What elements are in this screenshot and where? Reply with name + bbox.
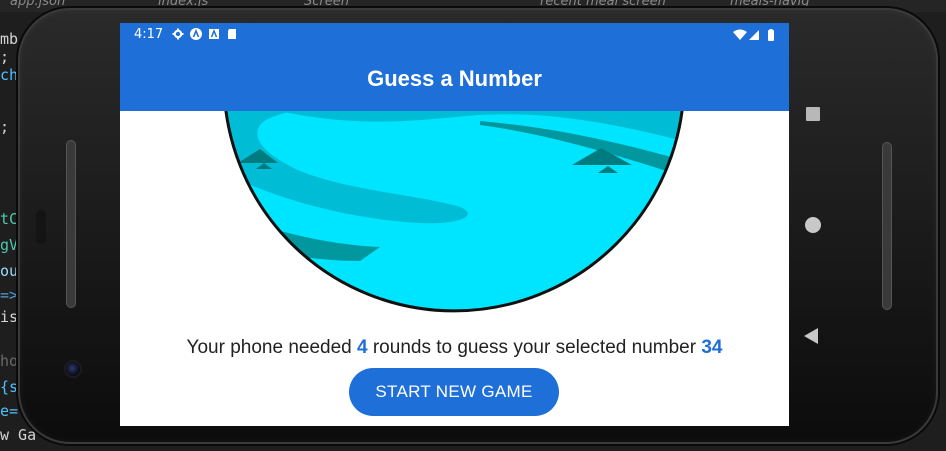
start-new-game-button[interactable]: START NEW GAME xyxy=(349,368,559,416)
front-camera xyxy=(64,360,82,378)
code-line: e= xyxy=(0,402,19,420)
success-image xyxy=(224,111,684,313)
code-line: gV xyxy=(0,236,19,254)
app-screen: 4:17 Guess a Number Your phone needed 4 … xyxy=(120,23,789,426)
code-line: mb xyxy=(0,30,19,48)
code-line: => xyxy=(0,286,19,304)
code-line: ; xyxy=(0,118,10,136)
code-line: tC xyxy=(0,210,19,228)
back-button-triangle-icon[interactable] xyxy=(804,328,818,344)
sd-card-icon xyxy=(228,29,236,39)
rounds-count: 4 xyxy=(357,337,368,358)
page-title: Guess a Number xyxy=(367,66,542,91)
editor-tab[interactable]: app.json xyxy=(10,0,65,9)
gear-icon xyxy=(172,28,184,40)
code-line: ; xyxy=(0,48,10,66)
summary-text-middle: rounds to guess your selected number xyxy=(372,337,697,358)
code-line: is xyxy=(0,308,19,326)
status-bar: 4:17 xyxy=(120,23,789,47)
speaker-grille-left xyxy=(66,140,76,308)
signal-icon xyxy=(749,30,759,40)
code-line: {s xyxy=(0,378,19,396)
app-header: Guess a Number xyxy=(120,47,789,111)
code-line: ho xyxy=(0,352,19,370)
wifi-icon xyxy=(733,29,747,40)
status-time: 4:17 xyxy=(134,27,164,42)
a-circle-icon xyxy=(190,28,202,40)
home-button-circle-icon[interactable] xyxy=(805,217,821,233)
result-summary: Your phone needed 4 rounds to guess your… xyxy=(120,337,789,359)
side-sensor xyxy=(36,210,46,244)
status-right-icons xyxy=(733,28,777,47)
speaker-grille-right xyxy=(882,142,892,310)
overview-button-square-icon[interactable] xyxy=(806,107,820,121)
battery-icon xyxy=(768,30,774,41)
code-line: w Ga xyxy=(0,426,37,444)
a-square-icon xyxy=(209,29,219,39)
code-line: ch xyxy=(0,66,19,84)
connectivity-icons xyxy=(733,29,774,41)
summary-text-prefix: Your phone needed xyxy=(186,337,352,358)
code-line: ou xyxy=(0,262,19,280)
selected-number: 34 xyxy=(701,337,723,358)
emulator-device-frame: 4:17 Guess a Number Your phone needed 4 … xyxy=(18,8,938,444)
